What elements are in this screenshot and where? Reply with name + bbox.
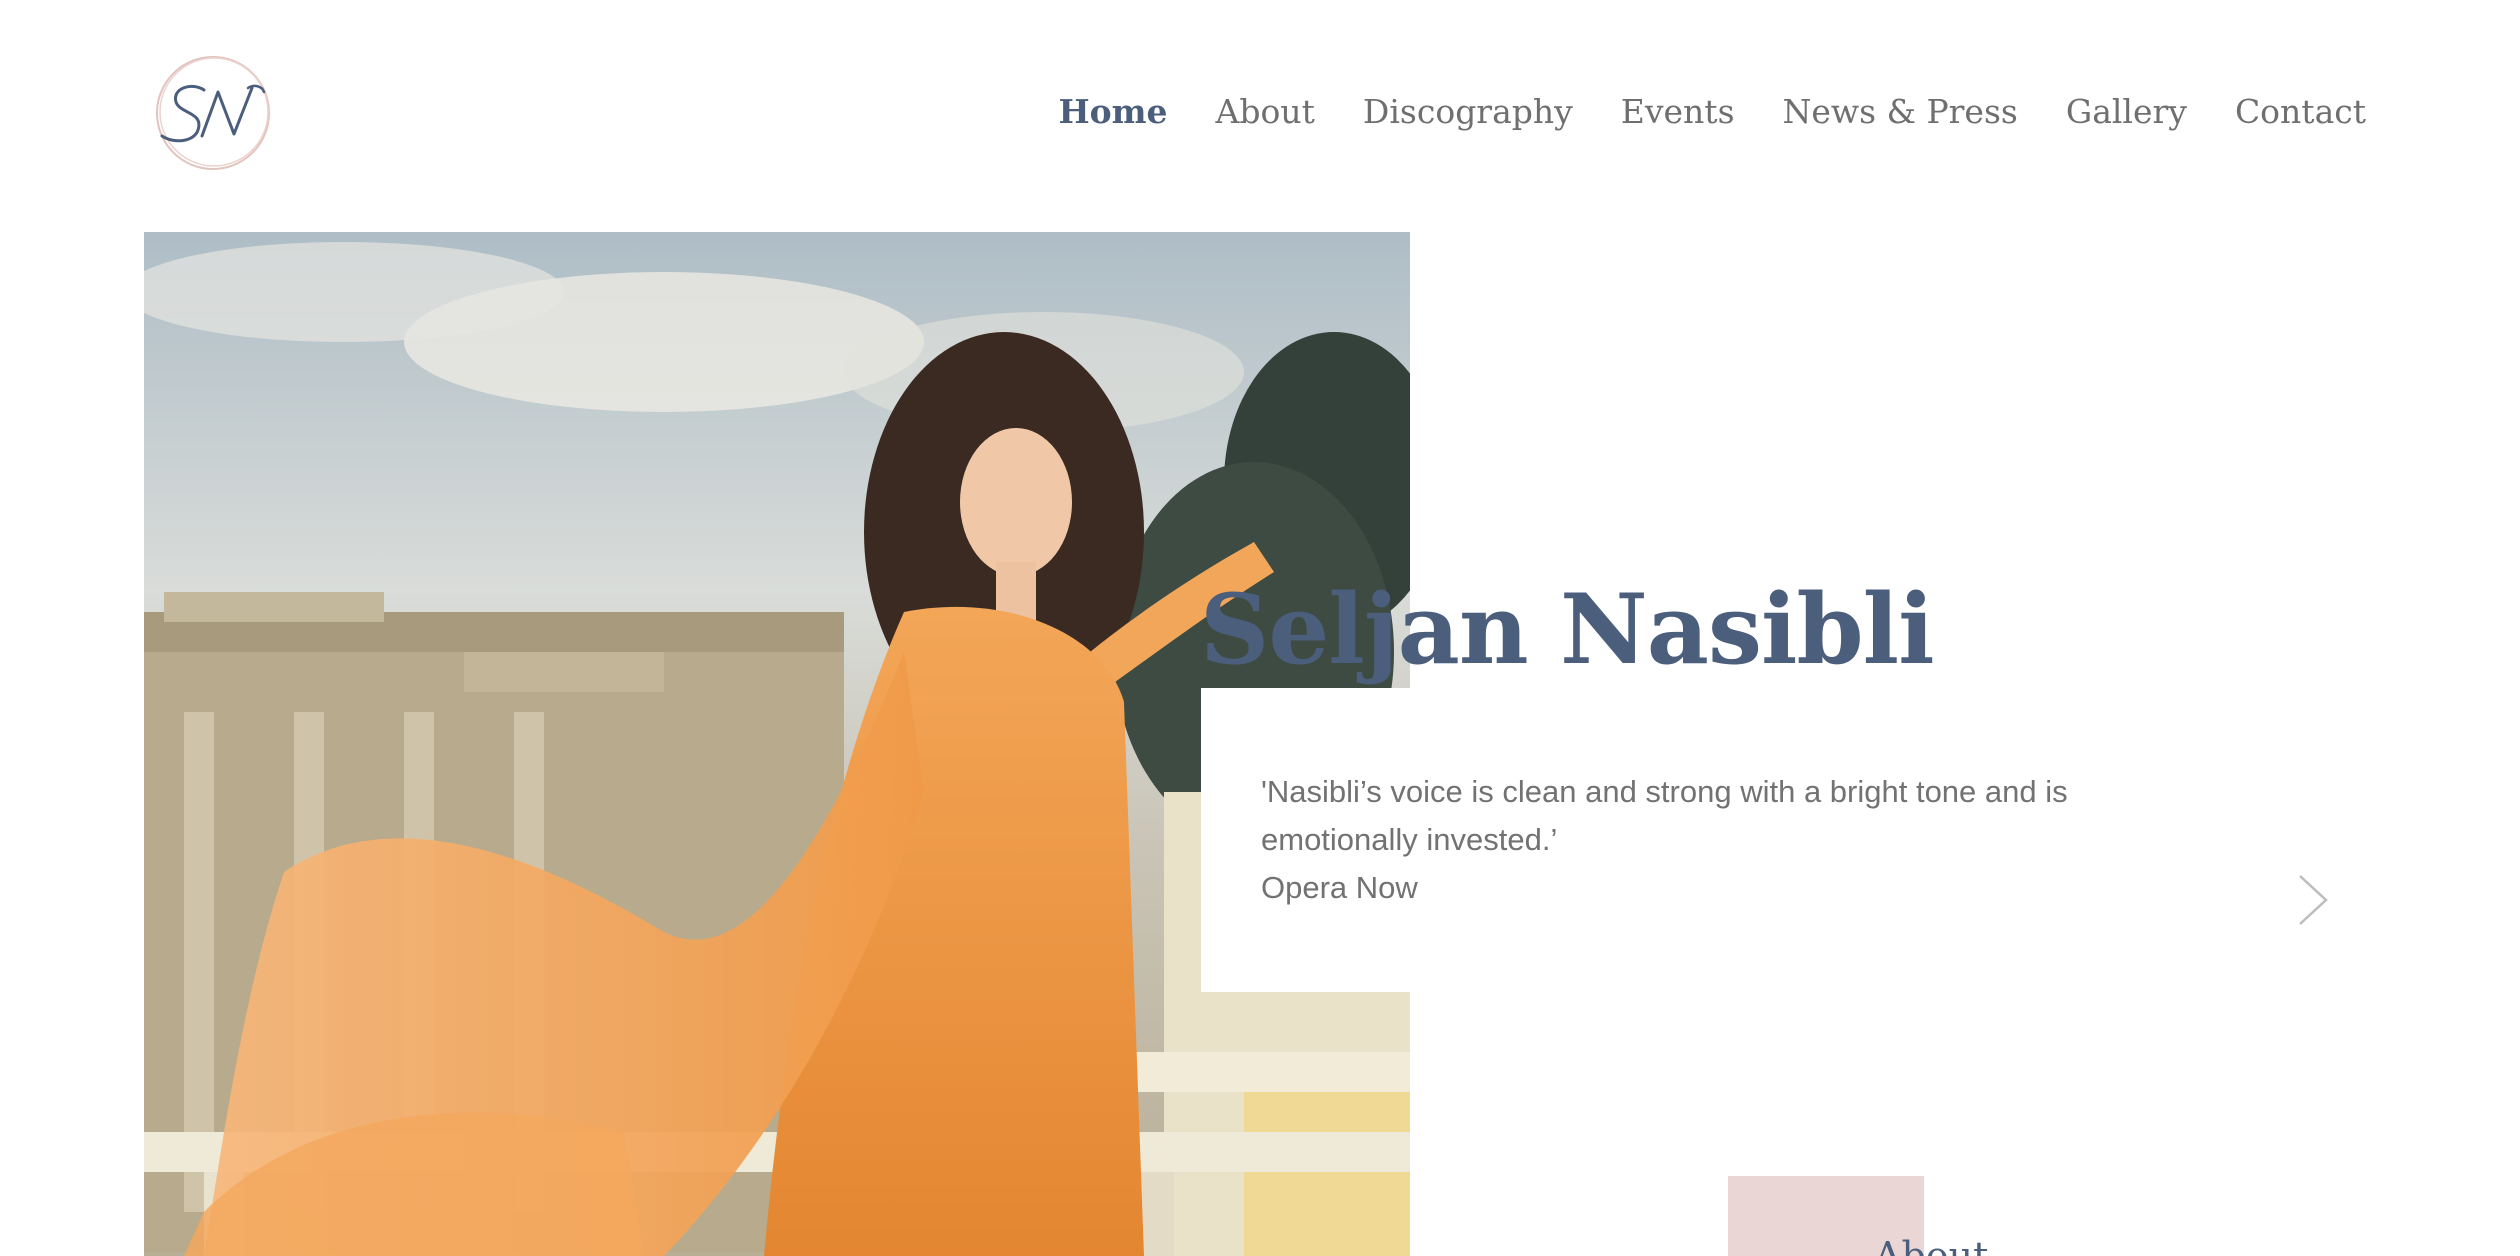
sn-monogram-logo: [156, 56, 270, 170]
nav-item-home[interactable]: Home: [1058, 88, 1167, 136]
main-nav: Home About Discography Events News & Pre…: [1058, 88, 2366, 136]
about-section-heading: About: [1874, 1234, 1989, 1256]
hero-title: Seljan Nasibli: [1200, 573, 1935, 686]
nav-item-contact[interactable]: Contact: [2235, 88, 2366, 136]
testimonial-card: 'Nasibli’s voice is clean and strong wit…: [1201, 688, 2121, 992]
testimonial-source: Opera Now: [1261, 870, 1418, 905]
nav-item-gallery[interactable]: Gallery: [2066, 88, 2187, 136]
nav-item-about[interactable]: About: [1216, 88, 1315, 136]
site-logo[interactable]: [152, 52, 274, 174]
nav-item-discography[interactable]: Discography: [1363, 88, 1573, 136]
nav-item-events[interactable]: Events: [1621, 88, 1735, 136]
testimonial-quote: 'Nasibli’s voice is clean and strong wit…: [1261, 774, 2068, 857]
nav-item-news-press[interactable]: News & Press: [1783, 88, 2018, 136]
slider-next-button[interactable]: [2296, 872, 2332, 928]
chevron-right-icon: [2299, 875, 2328, 925]
